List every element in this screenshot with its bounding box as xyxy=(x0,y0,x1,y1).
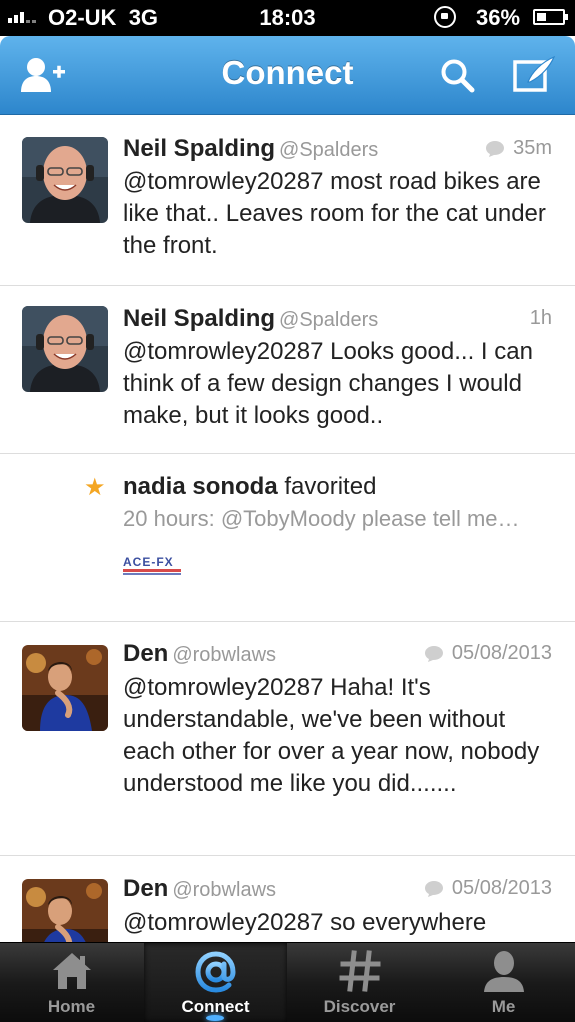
tweet-handle: @Spalders xyxy=(279,139,379,161)
media-thumbnail[interactable]: ACE-FX xyxy=(123,556,185,578)
at-icon xyxy=(194,951,236,993)
status-bar: O2-UK 3G 18:03 36% xyxy=(0,0,575,36)
tweet-author[interactable]: Neil Spalding @Spalders xyxy=(123,305,378,333)
star-icon: ★ xyxy=(84,474,106,501)
media-logo: ACE-FX xyxy=(123,555,174,569)
tweet-time: 35m xyxy=(485,137,552,160)
tweet-row[interactable]: Neil Spalding @Spalders 1h @tomrowley2028… xyxy=(0,286,575,454)
tweet-row[interactable]: Den @robwlaws 05/08/2013 @tomrowley20287 … xyxy=(0,856,575,942)
tweet-time: 1h xyxy=(529,307,552,329)
home-icon xyxy=(52,953,91,989)
tab-bar: Home Connect Discover Me xyxy=(0,942,575,1022)
nav-bar: Connect xyxy=(0,36,575,115)
tweet-author[interactable]: Den @robwlaws xyxy=(123,640,276,668)
reply-bubble-icon xyxy=(424,645,443,662)
battery-percent: 36% xyxy=(476,5,521,30)
compose-button[interactable] xyxy=(512,54,558,94)
tweet-author[interactable]: Neil Spalding @Spalders xyxy=(123,135,378,163)
avatar[interactable] xyxy=(22,306,108,392)
search-icon xyxy=(441,59,475,93)
tweet-author[interactable]: Den @robwlaws xyxy=(123,875,276,903)
hashtag-icon xyxy=(339,950,380,992)
reply-bubble-icon xyxy=(424,880,443,897)
tweet-text: @tomrowley20287 so everywhere xyxy=(123,909,487,936)
tab-label: Home xyxy=(47,997,96,1016)
reply-bubble-icon xyxy=(486,140,505,157)
tab-label: Me xyxy=(491,997,516,1016)
favorite-action: favorited xyxy=(284,473,377,500)
avatar[interactable] xyxy=(22,645,108,731)
timeline[interactable]: Neil Spalding @Spalders 35m @tomrowley202… xyxy=(0,115,575,942)
search-button[interactable] xyxy=(440,58,476,94)
avatar[interactable] xyxy=(22,879,108,942)
tweet-text: @tomrowley20287 Haha! It's understandabl… xyxy=(123,674,540,797)
tab-label: Connect xyxy=(181,997,250,1016)
favorite-detail: 20 hours: @TobyMoody please tell me… xyxy=(123,506,520,531)
rotation-lock-icon xyxy=(434,6,456,28)
tweet-text: @tomrowley20287 most road bikes are like… xyxy=(123,168,546,259)
compose-icon xyxy=(513,55,556,92)
page-title: Connect xyxy=(221,54,354,91)
tab-me[interactable]: Me xyxy=(432,943,575,1022)
tweet-handle: @Spalders xyxy=(279,309,379,331)
favorite-line: nadia sonoda favorited xyxy=(123,473,376,501)
active-indicator xyxy=(206,1015,224,1021)
tab-label: Discover xyxy=(323,997,396,1016)
tweet-handle: @robwlaws xyxy=(172,644,277,666)
person-icon xyxy=(483,951,524,992)
tab-home[interactable]: Home xyxy=(0,943,143,1022)
tweet-time: 05/08/2013 xyxy=(424,877,552,900)
tweet-time: 05/08/2013 xyxy=(424,642,552,665)
avatar[interactable] xyxy=(22,137,108,223)
tweet-handle: @robwlaws xyxy=(172,879,277,901)
battery-icon xyxy=(533,9,568,25)
tab-discover[interactable]: Discover xyxy=(288,943,431,1022)
tweet-row[interactable]: Neil Spalding @Spalders 35m @tomrowley202… xyxy=(0,115,575,286)
tweet-text: @tomrowley20287 Looks good... I can thin… xyxy=(123,338,533,429)
favorite-row[interactable]: ★ nadia sonoda favorited 20 hours: @Toby… xyxy=(0,454,575,622)
tab-connect[interactable]: Connect xyxy=(144,943,287,1022)
tweet-row[interactable]: Den @robwlaws 05/08/2013 @tomrowley20287 … xyxy=(0,622,575,856)
favorite-user[interactable]: nadia sonoda xyxy=(123,473,278,500)
